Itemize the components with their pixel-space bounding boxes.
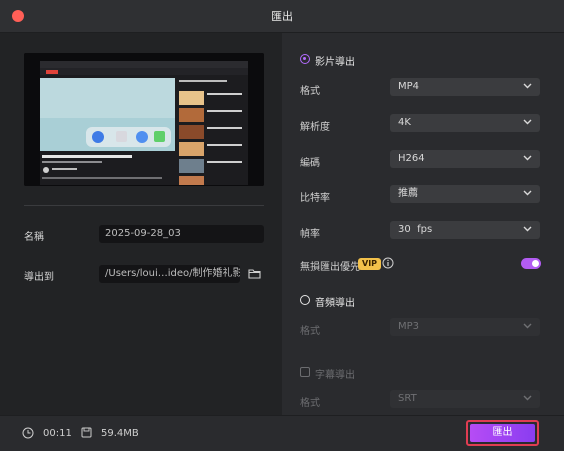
export-to-label: 導出到: [24, 272, 54, 283]
divider: [24, 205, 264, 206]
file-size-icon: [81, 427, 92, 438]
audio-format-select[interactable]: MP3: [390, 318, 540, 336]
framerate-label: 幀率: [300, 229, 320, 240]
resolution-value: 4K: [398, 117, 411, 128]
subtitle-format-value: SRT: [398, 393, 417, 404]
resolution-select[interactable]: 4K: [390, 114, 540, 132]
chevron-down-icon: [523, 190, 532, 196]
chevron-down-icon: [523, 395, 532, 401]
subtitle-export-checkbox[interactable]: [300, 367, 310, 377]
vip-badge: VIP: [358, 258, 382, 270]
title-bar: 匯出: [0, 0, 564, 33]
subtitle-export-title: 字幕導出: [315, 370, 355, 381]
chevron-down-icon: [523, 155, 532, 161]
format-label: 格式: [300, 86, 320, 97]
video-export-title: 影片導出: [315, 57, 355, 68]
chevron-down-icon: [523, 83, 532, 89]
chevron-down-icon: [523, 323, 532, 329]
audio-format-value: MP3: [398, 321, 420, 332]
info-icon[interactable]: [382, 257, 394, 269]
bitrate-value: 推薦: [398, 188, 418, 199]
framerate-select[interactable]: 30 fps: [390, 221, 540, 239]
audio-format-label: 格式: [300, 326, 320, 337]
audio-export-title: 音頻導出: [315, 298, 355, 309]
resolution-label: 解析度: [300, 122, 330, 133]
video-export-radio[interactable]: [300, 54, 310, 64]
lossless-export-label: 無損匯出優先: [300, 262, 360, 273]
chevron-down-icon: [523, 226, 532, 232]
lossless-export-toggle[interactable]: [521, 258, 541, 269]
encoder-select[interactable]: H264: [390, 150, 540, 168]
file-name-input[interactable]: 2025-09-28_03: [99, 225, 264, 243]
bitrate-select[interactable]: 推薦: [390, 185, 540, 203]
audio-export-radio[interactable]: [300, 295, 310, 305]
subtitle-format-select[interactable]: SRT: [390, 390, 540, 408]
duration-text: 00:11: [43, 428, 72, 439]
subtitle-format-label: 格式: [300, 398, 320, 409]
export-button-highlight: 匯出: [466, 420, 539, 446]
format-select[interactable]: MP4: [390, 78, 540, 96]
clock-icon: [22, 427, 34, 439]
chevron-down-icon: [523, 119, 532, 125]
left-panel: [0, 33, 282, 415]
file-size-text: 59.4MB: [101, 428, 139, 439]
encoder-value: H264: [398, 153, 425, 164]
folder-icon[interactable]: [248, 268, 261, 279]
video-preview[interactable]: [24, 53, 264, 186]
export-button[interactable]: 匯出: [470, 424, 535, 442]
format-value: MP4: [398, 81, 420, 92]
video-preview-frame: [24, 53, 264, 186]
bitrate-label: 比特率: [300, 193, 330, 204]
export-path-input[interactable]: /Users/loui…ideo/制作婚礼影片: [99, 265, 240, 283]
name-label: 名稱: [24, 232, 44, 243]
encoder-label: 編碼: [300, 158, 320, 169]
window-title: 匯出: [271, 10, 293, 23]
framerate-value: 30 fps: [398, 224, 433, 235]
